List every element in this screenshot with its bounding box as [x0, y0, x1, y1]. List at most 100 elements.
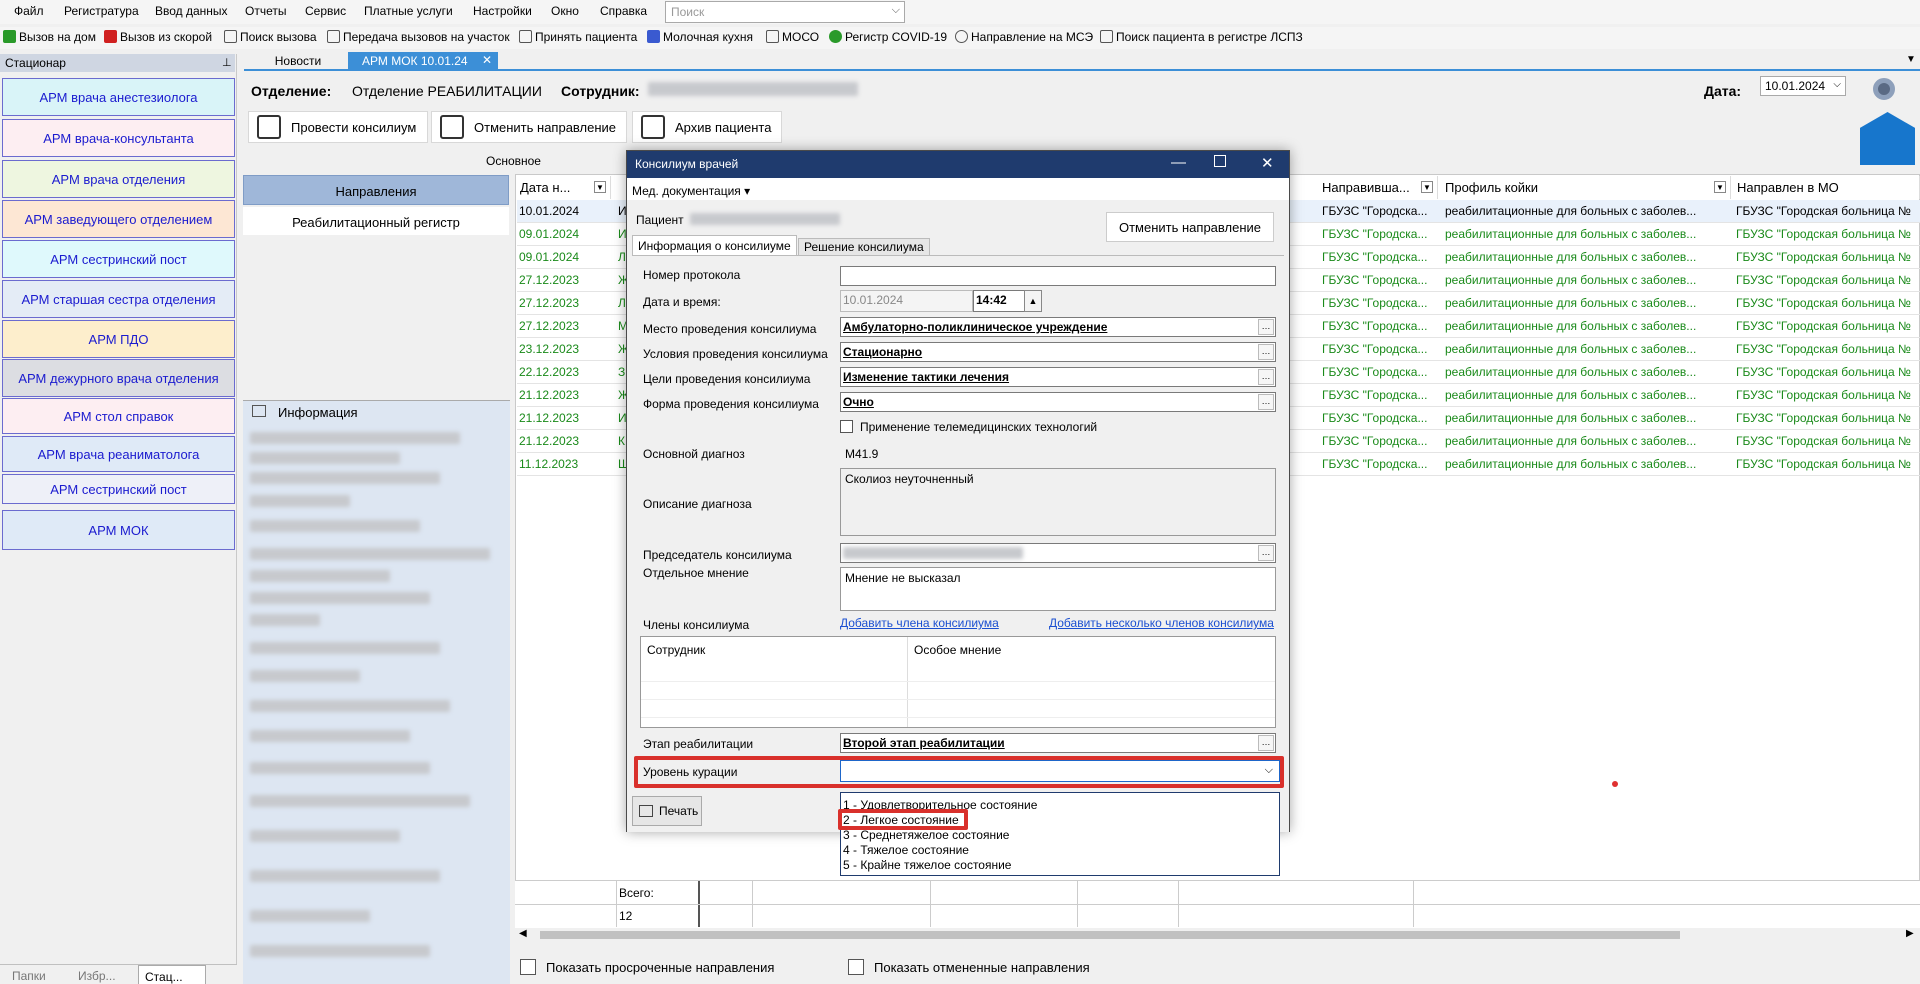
arm-head-button[interactable]: АРМ заведующего отделением — [2, 200, 235, 238]
telemed-label: Применение телемедицинских технологий — [860, 420, 1098, 434]
arm-head-nurse-button[interactable]: АРМ старшая сестра отделения — [2, 280, 235, 318]
ellipsis-icon[interactable]: … — [1258, 394, 1274, 410]
toolbar-lspz-search[interactable]: Поиск пациента в регистре ЛСПЗ — [1100, 30, 1303, 44]
arm-mok-button[interactable]: АРМ МОК — [2, 510, 235, 550]
menu-data-entry[interactable]: Ввод данных — [155, 4, 228, 18]
close-icon[interactable]: ✕ — [1261, 154, 1274, 172]
tab-stationary[interactable]: Стац... — [138, 965, 206, 984]
option-extremely-severe[interactable]: 5 - Крайне тяжелое состояние — [843, 858, 1011, 872]
add-member-link[interactable]: Добавить члена консилиума — [840, 616, 999, 630]
arm-consultant-button[interactable]: АРМ врача-консультанта — [2, 119, 235, 157]
tab-consilium-decision[interactable]: Решение консилиума — [798, 238, 930, 255]
print-button[interactable]: Печать — [632, 796, 702, 826]
cancel-direction-button[interactable]: Отменить направление — [431, 111, 627, 143]
arm-resuscitator-button[interactable]: АРМ врача реаниматолога — [2, 436, 235, 472]
filter-icon[interactable]: ▼ — [1714, 181, 1726, 193]
date-input[interactable]: 10.01.2024 — [840, 290, 973, 312]
arm-anesthesiologist-button[interactable]: АРМ врача анестезиолога — [2, 78, 235, 116]
menu-paid-services[interactable]: Платные услуги — [364, 4, 453, 18]
menu-help[interactable]: Справка — [600, 4, 647, 18]
chevron-down-icon[interactable]: ▼ — [1906, 54, 1916, 65]
nav-rehab-register[interactable]: Реабилитационный регистр — [243, 207, 509, 235]
menu-window[interactable]: Окно — [551, 4, 579, 18]
ellipsis-icon[interactable]: … — [1258, 545, 1274, 561]
tab-arm-mok[interactable]: АРМ МОК 10.01.24 ✕ — [348, 52, 498, 71]
column-header-date[interactable]: Дата н... ▼ — [516, 176, 611, 199]
menu-settings[interactable]: Настройки — [473, 4, 532, 18]
tab-news[interactable]: Новости — [248, 52, 348, 71]
tab-folders[interactable]: Папки — [12, 969, 46, 983]
chevron-down-icon[interactable]: ⌵ — [892, 4, 900, 17]
add-members-link[interactable]: Добавить несколько членов консилиума — [1049, 616, 1274, 630]
filter-icon[interactable]: ▼ — [1421, 181, 1433, 193]
toolbar-covid-register[interactable]: Регистр COVID-19 — [829, 30, 947, 44]
curation-level-select[interactable]: ⌵ — [840, 760, 1280, 782]
arm-duty-doctor-button[interactable]: АРМ дежурного врача отделения — [2, 359, 235, 397]
column-header-employee[interactable]: Сотрудник — [647, 643, 705, 657]
gear-icon[interactable] — [1873, 78, 1895, 100]
opinion-box[interactable]: Мнение не высказал — [840, 567, 1276, 611]
redacted-text — [250, 452, 400, 464]
ellipsis-icon[interactable]: … — [1258, 319, 1274, 335]
ellipsis-icon[interactable]: … — [1258, 735, 1274, 751]
pin-icon[interactable]: ⊥ — [222, 56, 232, 69]
redacted-text — [250, 548, 490, 560]
column-header-mo[interactable]: Направлен в МО — [1733, 176, 1920, 199]
toolbar-milk-kitchen[interactable]: Молочная кухня — [647, 30, 753, 44]
patient-archive-button[interactable]: Архив пациента — [632, 111, 782, 143]
arm-nurse-post-2-button[interactable]: АРМ сестринский пост — [2, 474, 235, 504]
tab-consilium-info[interactable]: Информация о консилиуме — [632, 235, 797, 255]
menu-reports[interactable]: Отчеты — [245, 4, 286, 18]
med-docs-menu[interactable]: Мед. документация ▾ — [632, 184, 750, 198]
option-moderate[interactable]: 3 - Среднетяжелое состояние — [843, 828, 1009, 842]
scroll-left-icon[interactable]: ◀ — [519, 928, 527, 939]
toolbar-search-call[interactable]: Поиск вызова — [224, 30, 317, 44]
arm-help-desk-button[interactable]: АРМ стол справок — [2, 398, 235, 434]
nav-directions[interactable]: Направления — [243, 175, 509, 205]
column-header-bed-profile[interactable]: Профиль койки ▼ — [1441, 176, 1731, 199]
minimize-icon[interactable]: — — [1171, 154, 1186, 171]
toolbar-ambulance-call[interactable]: Вызов из скорой — [104, 30, 212, 44]
date-picker[interactable]: 10.01.2024 ⌵ — [1760, 76, 1846, 96]
toolbar-home-call[interactable]: Вызов на дом — [3, 30, 96, 44]
menu-service[interactable]: Сервис — [305, 4, 346, 18]
column-header-special-opinion[interactable]: Особое мнение — [914, 643, 1001, 657]
arm-nurse-post-button[interactable]: АРМ сестринский пост — [2, 240, 235, 278]
menu-registry[interactable]: Регистратура — [64, 4, 139, 18]
cancelled-checkbox[interactable] — [848, 959, 864, 975]
arm-department-doctor-button[interactable]: АРМ врача отделения — [2, 160, 235, 198]
scrollbar-thumb[interactable] — [540, 931, 1680, 939]
employee-name-redacted — [648, 82, 858, 96]
dialog-cancel-direction-button[interactable]: Отменить направление — [1106, 212, 1274, 242]
option-severe[interactable]: 4 - Тяжелое состояние — [843, 843, 969, 857]
search-input[interactable]: Поиск ⌵ — [665, 1, 905, 23]
maximize-icon[interactable] — [1214, 155, 1226, 167]
toolbar-mse-direction[interactable]: Направление на МСЭ — [955, 30, 1093, 44]
ellipsis-icon[interactable]: … — [1258, 344, 1274, 360]
menu-file[interactable]: Файл — [14, 4, 44, 18]
form-field[interactable]: Очно… — [840, 392, 1276, 412]
chairman-field[interactable]: … — [840, 543, 1276, 563]
toolbar-moso[interactable]: МОСО — [766, 30, 819, 44]
overdue-checkbox[interactable] — [520, 959, 536, 975]
time-spin-up-icon[interactable]: ▲ — [1024, 290, 1042, 312]
rehab-stage-field[interactable]: Второй этап реабилитации… — [840, 733, 1276, 753]
scroll-right-icon[interactable]: ▶ — [1906, 928, 1914, 939]
place-field[interactable]: Амбулаторно-поликлиническое учреждение… — [840, 317, 1276, 337]
conditions-field[interactable]: Стационарно… — [840, 342, 1276, 362]
toolbar-accept-patient[interactable]: Принять пациента — [519, 30, 637, 44]
toolbar-transfer-calls[interactable]: Передача вызовов на участок — [327, 30, 510, 44]
tab-favorites[interactable]: Избр... — [78, 969, 116, 983]
time-input[interactable]: 14:42 — [973, 290, 1030, 312]
ellipsis-icon[interactable]: … — [1258, 369, 1274, 385]
protocol-input[interactable] — [840, 266, 1276, 286]
main-diagnosis-label: Основной диагноз — [643, 447, 745, 461]
hold-consilium-button[interactable]: Провести консилиум — [248, 111, 428, 143]
arm-pdo-button[interactable]: АРМ ПДО — [2, 320, 235, 358]
filter-icon[interactable]: ▼ — [594, 181, 606, 193]
column-header-sender[interactable]: Направивша... ▼ — [1318, 176, 1438, 199]
telemed-checkbox[interactable] — [840, 420, 853, 433]
redacted-text — [250, 795, 470, 807]
close-icon[interactable]: ✕ — [482, 53, 492, 67]
goals-field[interactable]: Изменение тактики лечения… — [840, 367, 1276, 387]
